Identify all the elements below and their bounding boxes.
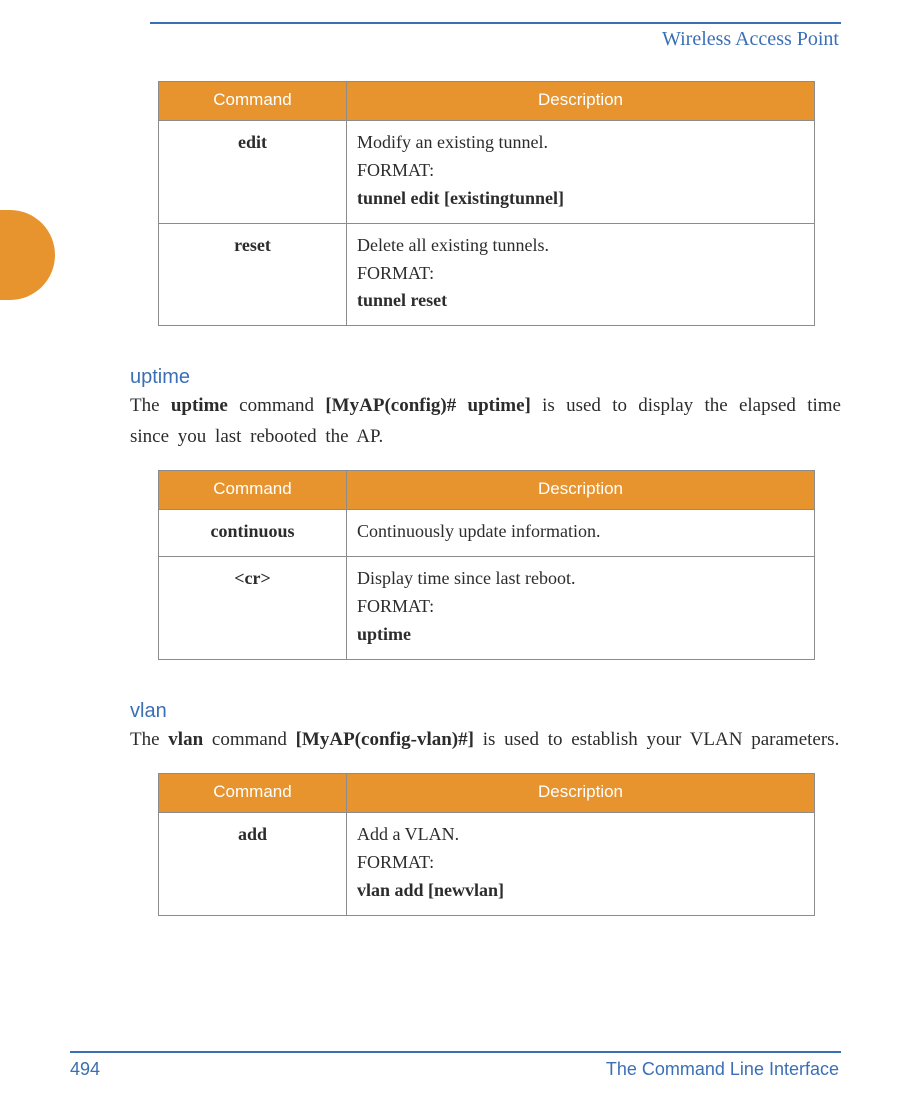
command-cell: edit (159, 121, 347, 224)
vlan-command-table: Command Description add Add a VLAN. FORM… (158, 773, 815, 916)
table-header-command: Command (159, 82, 347, 121)
command-cell: <cr> (159, 557, 347, 660)
desc-line: Modify an existing tunnel. (357, 129, 804, 157)
table-header-description: Description (347, 774, 815, 813)
header-rule (150, 22, 841, 24)
desc-line: Delete all existing tunnels. (357, 232, 804, 260)
header-title: Wireless Access Point (60, 28, 839, 51)
description-cell: Display time since last reboot. FORMAT: … (347, 557, 815, 660)
desc-line: vlan add [newvlan] (357, 877, 804, 905)
desc-line: FORMAT: (357, 157, 804, 185)
page-thumb-tab (0, 210, 55, 300)
table-row: reset Delete all existing tunnels. FORMA… (159, 223, 815, 326)
table-header-command: Command (159, 774, 347, 813)
table-row: continuous Continuously update informati… (159, 510, 815, 557)
table-row: edit Modify an existing tunnel. FORMAT: … (159, 121, 815, 224)
description-cell: Delete all existing tunnels. FORMAT: tun… (347, 223, 815, 326)
page-footer: 494 The Command Line Interface (60, 1051, 841, 1080)
section-paragraph-uptime: The uptime command [MyAP(config)# uptime… (130, 391, 841, 452)
desc-line: tunnel reset (357, 287, 804, 315)
description-cell: Add a VLAN. FORMAT: vlan add [newvlan] (347, 813, 815, 916)
desc-line: Continuously update information. (357, 518, 804, 546)
table-header-description: Description (347, 471, 815, 510)
desc-line: FORMAT: (357, 260, 804, 288)
desc-line: uptime (357, 621, 804, 649)
section-heading-vlan: vlan (130, 700, 841, 723)
page-content: Command Description edit Modify an exist… (130, 81, 841, 916)
desc-line: Display time since last reboot. (357, 565, 804, 593)
uptime-command-table: Command Description continuous Continuou… (158, 470, 815, 660)
command-cell: continuous (159, 510, 347, 557)
table-header-description: Description (347, 82, 815, 121)
section-paragraph-vlan: The vlan command [MyAP(config-vlan)#] is… (130, 725, 841, 755)
footer-section-title: The Command Line Interface (606, 1059, 839, 1080)
desc-line: FORMAT: (357, 593, 804, 621)
desc-line: Add a VLAN. (357, 821, 804, 849)
footer-row: 494 The Command Line Interface (60, 1059, 841, 1080)
table-row: add Add a VLAN. FORMAT: vlan add [newvla… (159, 813, 815, 916)
table-header-command: Command (159, 471, 347, 510)
section-heading-uptime: uptime (130, 366, 841, 389)
desc-line: tunnel edit [existingtunnel] (357, 185, 804, 213)
tunnel-command-table: Command Description edit Modify an exist… (158, 81, 815, 326)
footer-rule (70, 1051, 841, 1053)
command-cell: reset (159, 223, 347, 326)
command-cell: add (159, 813, 347, 916)
desc-line: FORMAT: (357, 849, 804, 877)
page-number: 494 (70, 1059, 100, 1080)
description-cell: Continuously update information. (347, 510, 815, 557)
page-container: Wireless Access Point Command Descriptio… (0, 0, 901, 1110)
description-cell: Modify an existing tunnel. FORMAT: tunne… (347, 121, 815, 224)
table-row: <cr> Display time since last reboot. FOR… (159, 557, 815, 660)
